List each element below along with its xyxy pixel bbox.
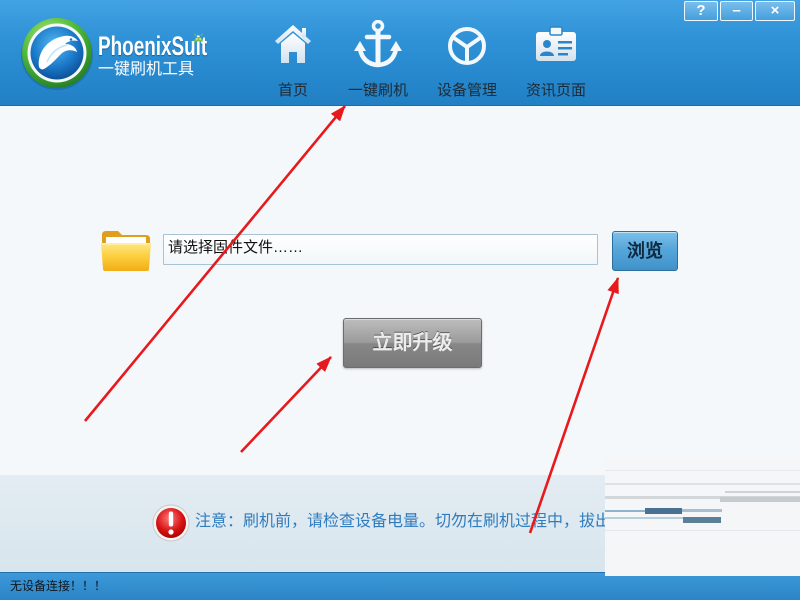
render-artifact: [605, 458, 800, 576]
browse-button[interactable]: 浏览: [612, 231, 678, 271]
app-name: PhoenixSuit: [98, 31, 208, 61]
id-card-icon: [516, 16, 596, 72]
nav-label-device-management: 设备管理: [436, 82, 497, 99]
app-subtitle: 一键刷机工具: [98, 61, 195, 78]
cube-icon: [427, 16, 507, 72]
anchor-icon: [338, 16, 418, 72]
android-icon: [193, 29, 204, 42]
status-bar: 无设备连接！！！: [0, 572, 800, 600]
nav-item-one-click-flash[interactable]: 一键刷机: [338, 16, 418, 104]
artifact-stripe: [605, 510, 645, 512]
warning-icon: [152, 504, 190, 542]
nav-item-news[interactable]: 资讯页面: [516, 16, 596, 104]
firmware-path-field[interactable]: [163, 234, 598, 265]
upgrade-now-button[interactable]: 立即升级: [343, 318, 482, 368]
artifact-stripe: [605, 517, 683, 519]
artifact-stripe: [683, 517, 721, 523]
artifact-stripe: [605, 530, 800, 531]
header: PhoenixSuit 一键刷机工具 首页 一键刷机 设备管理 资讯页面 ? –…: [0, 0, 800, 106]
home-icon: [253, 16, 333, 72]
nav-item-home[interactable]: 首页: [253, 16, 333, 104]
folder-icon[interactable]: [100, 228, 152, 272]
close-button[interactable]: ×: [755, 1, 795, 21]
artifact-stripe: [605, 483, 800, 485]
nav-label-home: 首页: [277, 82, 308, 99]
nav-label-news: 资讯页面: [525, 82, 586, 99]
notice-text: 注意：刷机前，请检查设备电量。切勿在刷机过程中，拔出: [195, 513, 612, 530]
help-button[interactable]: ?: [684, 1, 718, 21]
phoenix-logo-icon: [21, 18, 93, 90]
device-status-text: 无设备连接！！！: [10, 579, 107, 593]
minimize-button[interactable]: –: [720, 1, 753, 21]
nav-label-one-click-flash: 一键刷机: [347, 82, 408, 99]
app-logo: [20, 15, 94, 91]
artifact-stripe: [645, 508, 682, 514]
nav-item-device-management[interactable]: 设备管理: [427, 16, 507, 104]
artifact-stripe: [725, 491, 800, 493]
flash-panel: 浏览 立即升级: [0, 106, 800, 475]
artifact-stripe: [605, 470, 800, 471]
artifact-stripe: [720, 497, 800, 502]
phoenixsuit-window: PhoenixSuit 一键刷机工具 首页 一键刷机 设备管理 资讯页面 ? –…: [0, 0, 800, 600]
artifact-stripe: [682, 509, 722, 512]
